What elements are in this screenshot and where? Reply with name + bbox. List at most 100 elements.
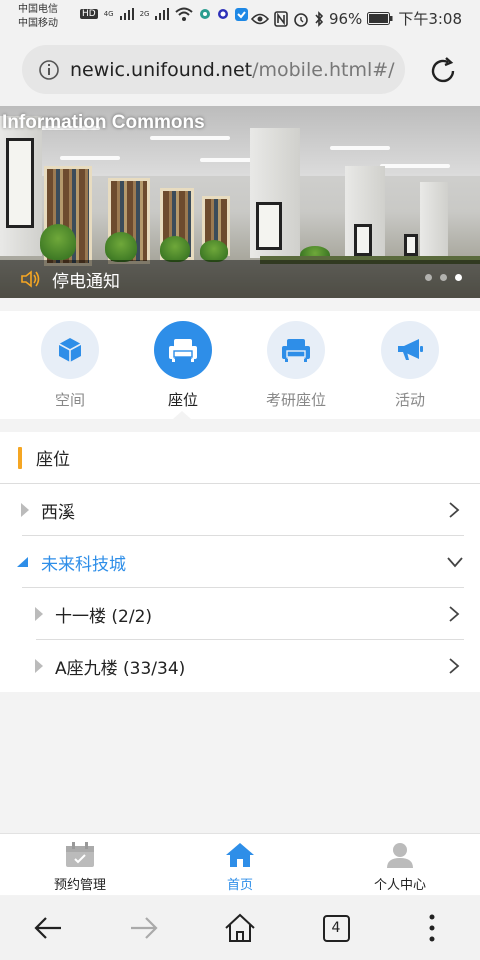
list-item-label: A座九楼 (33/34) (55, 658, 186, 679)
section-accent-bar (18, 446, 22, 469)
battery-percent: 96% (328, 9, 363, 28)
status-right-icons: 96% 下午3:08 (250, 8, 462, 29)
more-vertical-icon (429, 914, 435, 942)
cube-icon (58, 338, 82, 362)
hd-badge: HD (80, 9, 98, 19)
tabs-count-box: 4 (322, 914, 350, 942)
chevron-right-icon (449, 658, 460, 674)
nav-reservations[interactable]: 预约管理 (20, 842, 140, 893)
nav-label: 首页 (226, 878, 253, 893)
tab-icon-circle (267, 321, 325, 379)
signal-icon (119, 8, 134, 20)
wall-painting (404, 234, 418, 256)
tab-icon-circle (381, 321, 439, 379)
carousel-indicators (425, 274, 462, 281)
reload-icon[interactable] (426, 54, 460, 88)
ceiling-lamp (60, 156, 120, 160)
tab-exam-seat[interactable]: 考研座位 (246, 321, 346, 410)
carousel-dot-active[interactable] (455, 274, 462, 281)
wall-painting (256, 202, 282, 250)
battery-icon (367, 12, 393, 25)
potted-plant (200, 240, 228, 262)
forward-button[interactable] (126, 910, 162, 946)
potted-plant (40, 224, 76, 260)
network-1-label: 4G (103, 10, 114, 18)
chevron-right-icon (449, 502, 460, 518)
notice-text[interactable]: 停电通知 (52, 267, 120, 292)
banner-title: Information Commons (2, 112, 205, 133)
nav-label: 预约管理 (53, 878, 106, 893)
list-item-xixi[interactable]: 西溪 (0, 484, 480, 536)
list-item-label: 十一楼 (2/2) (55, 606, 153, 627)
seat-list-header: 座位 (0, 432, 480, 484)
tabs-button[interactable]: 4 (318, 910, 354, 946)
address-bar[interactable]: newic.unifound.net/mobile.html#/ (22, 45, 405, 94)
tab-activity[interactable]: 活动 (360, 321, 460, 410)
url-host: newic.unifound.net (70, 58, 253, 81)
calendar-icon (66, 842, 94, 867)
app-notification-icon (200, 9, 211, 19)
menu-button[interactable] (414, 910, 450, 946)
seat-list: 座位 西溪 未来科技城 十一楼 (2/2) A座九楼 (33/34) (0, 432, 480, 692)
url-path: /mobile.html#/ (252, 58, 395, 81)
ceiling-lamp (330, 146, 390, 150)
triangle-right-icon (35, 659, 43, 673)
notice-bar[interactable]: 停电通知 (0, 260, 480, 298)
chevron-down-icon (447, 557, 463, 568)
eye-icon (250, 13, 269, 24)
status-left-icons: HD 4G 2G (80, 7, 249, 21)
tab-label: 活动 (394, 391, 425, 409)
chevron-right-icon (449, 606, 460, 622)
status-bar: 中国电信 中国移动 HD 4G 2G 96% 下午3:08 (0, 0, 480, 34)
wall-painting (354, 224, 372, 256)
tab-label: 空间 (54, 391, 85, 409)
arrow-left-icon (34, 917, 61, 939)
tab-icon-circle (41, 321, 99, 379)
arrow-right-icon (131, 917, 158, 939)
ceiling-lamp (150, 136, 230, 140)
speaker-icon (21, 270, 40, 288)
nfc-icon (274, 10, 288, 27)
list-item-label: 西溪 (41, 502, 75, 523)
nav-profile[interactable]: 个人中心 (340, 842, 460, 893)
megaphone-icon (398, 339, 423, 360)
list-item-future-tech-city[interactable]: 未来科技城 (0, 536, 480, 588)
home-icon (226, 843, 254, 867)
tab-label: 座位 (167, 391, 198, 409)
wifi-icon (175, 7, 194, 21)
wall-painting (6, 138, 34, 228)
list-item-floor-11[interactable]: 十一楼 (2/2) (0, 588, 480, 640)
potted-plant (160, 236, 190, 262)
banner-carousel[interactable]: Information Commons 停电通知 (0, 106, 480, 298)
pillar (420, 182, 448, 256)
tab-seat[interactable]: 座位 (133, 321, 233, 410)
tab-count: 4 (331, 920, 341, 936)
armchair-icon (282, 339, 310, 362)
browser-toolbar: 4 (0, 896, 480, 960)
triangle-down-icon (17, 557, 28, 567)
alarm-icon (294, 12, 308, 27)
home-button[interactable] (222, 910, 258, 946)
active-tab-caret (173, 411, 191, 419)
tab-space[interactable]: 空间 (20, 321, 120, 410)
armchair-icon (169, 339, 197, 362)
tab-label: 考研座位 (265, 391, 326, 409)
url-text[interactable]: newic.unifound.net/mobile.html#/ (70, 59, 395, 81)
clock: 下午3:08 (398, 10, 462, 28)
potted-plant (105, 232, 137, 262)
bluetooth-icon (315, 10, 324, 27)
carousel-dot[interactable] (425, 274, 432, 281)
section-title: 座位 (36, 450, 70, 470)
app-notification-icon (218, 9, 229, 19)
carousel-dot[interactable] (440, 274, 447, 281)
carrier-1: 中国电信 (18, 4, 58, 15)
list-item-building-a-floor-9[interactable]: A座九楼 (33/34) (0, 640, 480, 692)
info-icon[interactable] (38, 59, 60, 81)
back-button[interactable] (30, 910, 66, 946)
ceiling-lamp (380, 164, 450, 168)
carrier-info: 中国电信 中国移动 (18, 3, 58, 31)
home-outline-icon (225, 913, 255, 942)
nav-home[interactable]: 首页 (180, 842, 300, 893)
bottom-navigation: 预约管理 首页 个人中心 (0, 833, 480, 895)
triangle-right-icon (35, 607, 43, 621)
